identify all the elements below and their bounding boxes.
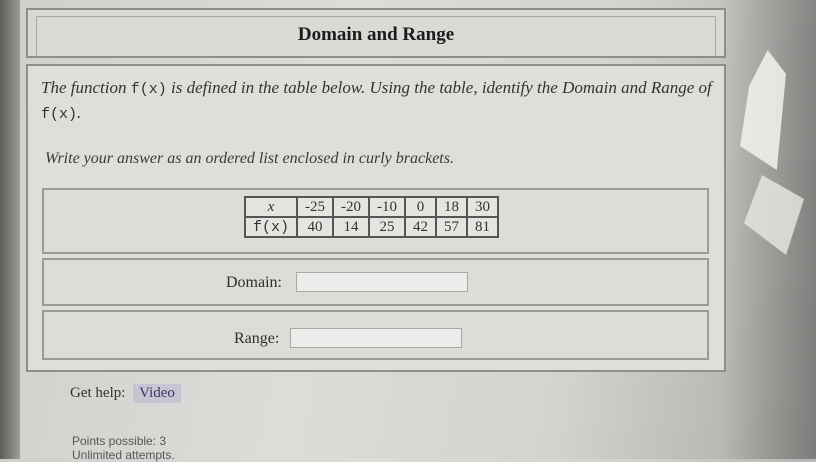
x-header: x — [243, 196, 299, 218]
range-box: Range: — [42, 310, 709, 360]
domain-label: Domain: — [226, 274, 282, 291]
table-cell: 81 — [466, 216, 500, 238]
table-box: x -25 -20 -10 0 18 30 f(x) 40 14 25 42 5… — [42, 188, 709, 254]
function-name-2: f(x) — [41, 106, 78, 123]
function-name: f(x) — [130, 81, 167, 98]
page-title: Domain and Range — [297, 24, 455, 45]
attempts-info: Unlimited attempts. — [72, 448, 175, 462]
range-input[interactable] — [290, 328, 462, 348]
table-cell: -10 — [368, 196, 407, 218]
video-button[interactable]: Video — [133, 384, 181, 403]
table-cell: 57 — [435, 216, 469, 238]
get-help-label: Get help: — [70, 385, 126, 401]
table-cell: 0 — [404, 196, 438, 218]
table-cell: 14 — [332, 216, 371, 238]
table-row: f(x) 40 14 25 42 57 81 — [243, 216, 500, 238]
fx-header: f(x) — [243, 216, 299, 238]
intro-text-1: The function — [41, 78, 131, 97]
domain-box: Domain: — [42, 258, 709, 306]
table-cell: 40 — [296, 216, 335, 238]
table-cell: 18 — [435, 196, 469, 218]
question-header: Domain and Range — [26, 8, 726, 58]
answer-instruction: Write your answer as an ordered list enc… — [45, 150, 454, 167]
question-panel: The function f(x) is defined in the tabl… — [26, 64, 726, 372]
table-cell: 25 — [368, 216, 407, 238]
monitor-bezel — [0, 0, 20, 459]
question-text: The function f(x) is defined in the tabl… — [41, 76, 716, 126]
points-possible: Points possible: 3 — [72, 434, 167, 448]
range-label: Range: — [234, 330, 280, 347]
points-info: Points possible: 3 Unlimited attempts. — [72, 434, 175, 462]
table-cell: 30 — [466, 196, 500, 218]
intro-text-2: is defined in the table below. Using the… — [166, 78, 712, 97]
table-cell: -25 — [296, 196, 335, 218]
table-cell: 42 — [404, 216, 438, 238]
table-cell: -20 — [332, 196, 371, 218]
get-help: Get help: Video — [70, 384, 181, 403]
function-table: x -25 -20 -10 0 18 30 f(x) 40 14 25 42 5… — [243, 196, 500, 238]
intro-text-3: . — [77, 103, 82, 122]
domain-input[interactable] — [296, 272, 468, 292]
table-row: x -25 -20 -10 0 18 30 — [243, 196, 500, 218]
